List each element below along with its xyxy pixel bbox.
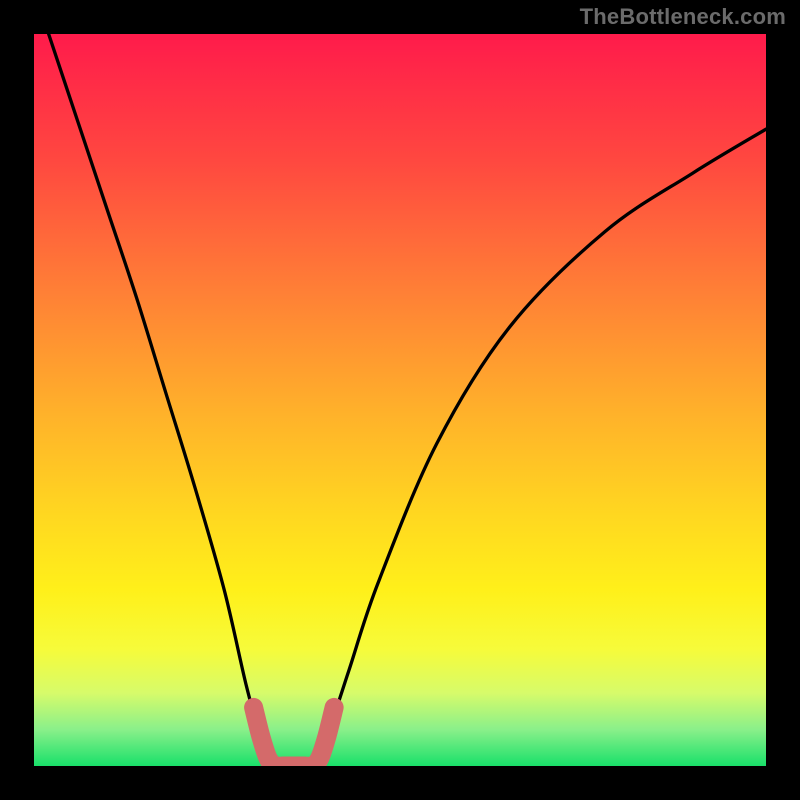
plot-svg — [34, 34, 766, 766]
plot-area — [34, 34, 766, 766]
watermark-text: TheBottleneck.com — [580, 4, 786, 30]
plot-background — [34, 34, 766, 766]
chart-frame: TheBottleneck.com — [0, 0, 800, 800]
